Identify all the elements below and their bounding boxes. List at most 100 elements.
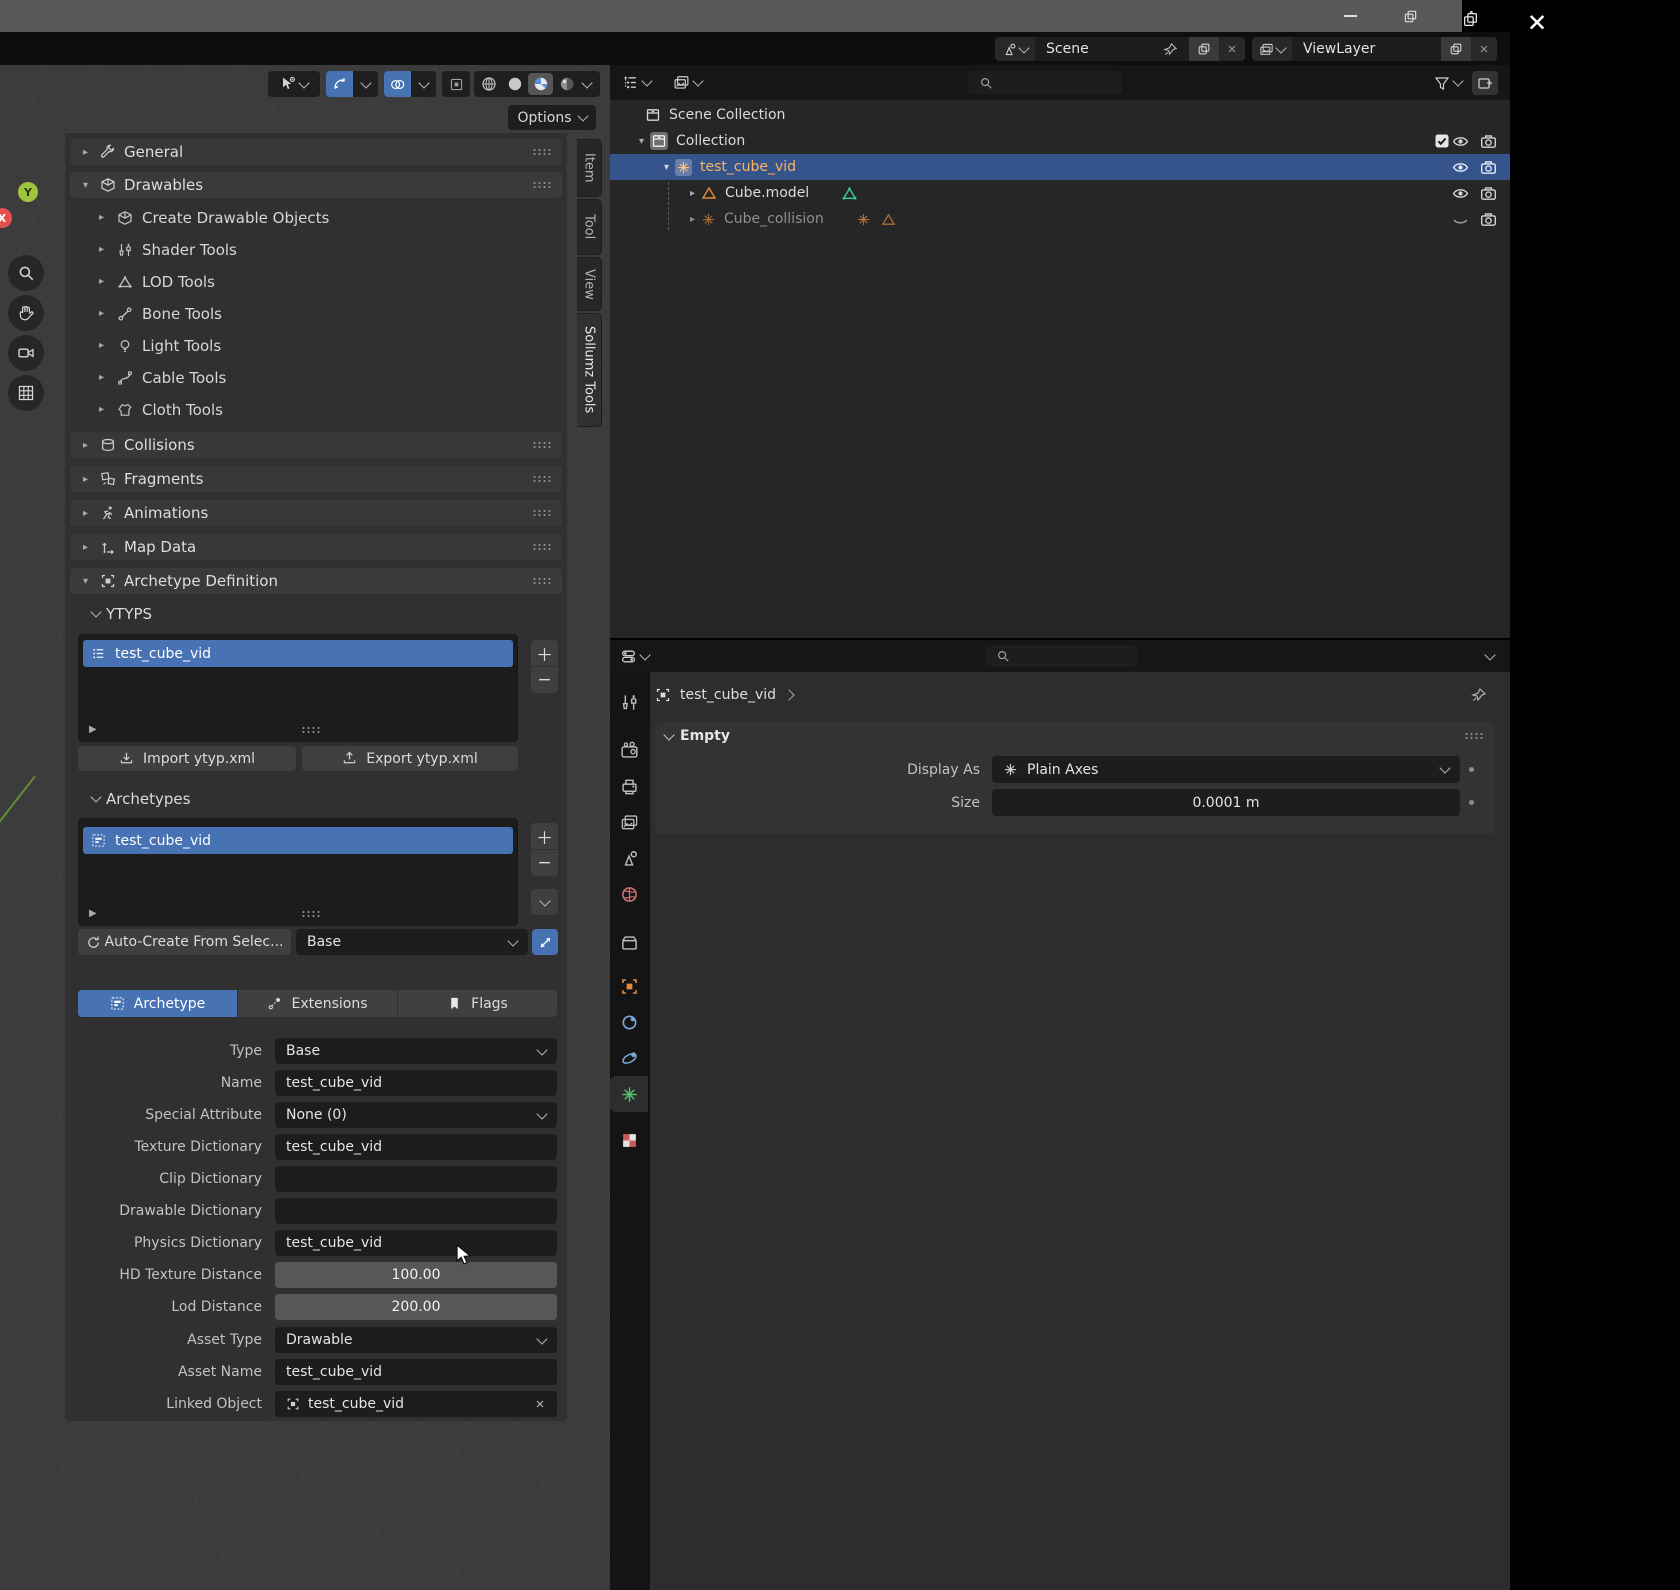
show-overlays-button[interactable] [384, 71, 411, 97]
auto-create-button[interactable]: Auto-Create From Selec... [78, 929, 291, 955]
outliner-editor-type-button[interactable] [622, 74, 651, 91]
ytyp-list-item-selected[interactable]: test_cube_vid [83, 640, 513, 667]
minimize-button[interactable] [1328, 0, 1372, 32]
tab-object-data-properties[interactable] [610, 1076, 648, 1112]
tab-archetype[interactable]: Archetype [78, 990, 237, 1017]
outliner-row-scene-collection[interactable]: Scene Collection [610, 102, 1510, 128]
properties-search-input[interactable] [985, 645, 1137, 667]
tab-flags[interactable]: Flags [398, 990, 557, 1017]
tab-viewlayer-properties[interactable] [610, 804, 648, 840]
scene-unlink-button[interactable] [1219, 37, 1245, 61]
viewlayer-copy-button[interactable] [1441, 37, 1471, 61]
tab-render-properties[interactable] [610, 732, 648, 768]
outliner-row-cube-collision[interactable]: ▸ Cube_collision [610, 206, 1510, 232]
tab-texture-properties[interactable] [610, 1122, 648, 1158]
drag-grip[interactable] [532, 475, 553, 483]
viewlayer-browse-button[interactable] [1252, 37, 1292, 61]
options-button[interactable]: Options [508, 105, 596, 130]
camera-icon[interactable] [1480, 133, 1497, 150]
collapse-icon[interactable]: ▾ [660, 162, 673, 173]
asset-type-dropdown[interactable]: Drawable [275, 1327, 557, 1353]
shading-rendered-button[interactable] [554, 73, 579, 95]
tab-constraints-properties[interactable] [610, 1004, 648, 1040]
tab-physics-properties[interactable] [610, 1040, 648, 1076]
tab-collection-properties[interactable] [610, 924, 648, 960]
properties-editor-type-button[interactable] [620, 648, 649, 665]
panel-cable-tools[interactable]: ▸Cable Tools [95, 365, 555, 390]
pin-icon[interactable] [1471, 687, 1487, 703]
empty-panel-header[interactable]: Empty [655, 722, 1495, 746]
tab-extensions[interactable]: Extensions [238, 990, 397, 1017]
archetype-list[interactable]: test_cube_vid ▶ [78, 818, 518, 926]
shading-solid-button[interactable] [502, 73, 527, 95]
outliner-filter-button[interactable] [1434, 75, 1462, 91]
chevron-down-icon[interactable] [581, 77, 592, 88]
outliner-display-mode-button[interactable] [673, 74, 702, 91]
drag-grip[interactable] [532, 543, 553, 551]
tab-item[interactable]: Item [577, 139, 602, 197]
tab-view[interactable]: View [577, 257, 602, 311]
panel-animations[interactable]: ▸Animations [70, 500, 562, 526]
tab-sollumz-tools[interactable]: Sollumz Tools [577, 313, 602, 427]
overlays-dropdown[interactable] [411, 71, 436, 97]
panel-collisions[interactable]: ▸Collisions [70, 432, 562, 458]
list-expand-handle[interactable]: ▶ [89, 908, 97, 919]
viewport-ortho-button[interactable] [8, 375, 44, 411]
archetypes-subheader[interactable]: Archetypes [92, 786, 552, 811]
special-attribute-dropdown[interactable]: None (0) [275, 1102, 557, 1128]
ytyp-add-button[interactable]: ＋ [531, 640, 558, 666]
animate-dot[interactable] [1469, 800, 1474, 805]
archetype-list-item-selected[interactable]: test_cube_vid [83, 827, 513, 854]
xray-toggle-button[interactable] [442, 71, 470, 97]
scene-browse-button[interactable] [995, 37, 1035, 61]
outliner-row-test-cube-vid[interactable]: ▾ test_cube_vid [610, 154, 1510, 180]
hd-texture-distance-slider[interactable]: 100.00 [275, 1262, 557, 1288]
ytyp-remove-button[interactable]: − [531, 667, 558, 693]
expand-icon[interactable]: ▸ [686, 214, 699, 225]
display-as-dropdown[interactable]: Plain Axes [992, 756, 1460, 783]
outliner-search-input[interactable] [968, 71, 1122, 94]
outliner-row-cube-model[interactable]: ▸ Cube.model [610, 180, 1510, 206]
panel-drawables[interactable]: ▾ Drawables [70, 172, 562, 198]
tab-world-properties[interactable] [610, 876, 648, 912]
new-collection-button[interactable] [1472, 71, 1498, 95]
clear-icon[interactable] [534, 1398, 546, 1410]
eye-icon[interactable] [1452, 133, 1469, 150]
ytyps-subheader[interactable]: YTYPS [92, 601, 552, 626]
viewport-move-button[interactable] [8, 295, 44, 331]
eye-icon[interactable] [1452, 159, 1469, 176]
drag-grip[interactable] [532, 181, 553, 189]
asset-name-input[interactable]: test_cube_vid [275, 1359, 557, 1385]
eye-closed-icon[interactable] [1452, 211, 1469, 228]
drag-grip[interactable] [532, 148, 553, 156]
camera-icon[interactable] [1480, 159, 1497, 176]
panel-lod-tools[interactable]: ▸LOD Tools [95, 269, 555, 294]
tab-object-properties[interactable] [610, 968, 648, 1004]
collapse-icon[interactable]: ▾ [635, 136, 648, 147]
outliner-row-collection[interactable]: ▾ Collection [610, 128, 1510, 154]
tab-tool-properties[interactable] [610, 684, 648, 720]
shading-material-button[interactable] [528, 73, 553, 95]
drag-grip[interactable] [1464, 732, 1485, 740]
panel-shader-tools[interactable]: ▸Shader Tools [95, 237, 555, 262]
scene-name-field[interactable]: Scene [1035, 37, 1189, 61]
animate-dot[interactable] [1469, 767, 1474, 772]
restore-button[interactable] [1388, 0, 1432, 32]
panel-create-drawable-objects[interactable]: ▸Create Drawable Objects [95, 205, 555, 230]
export-ytyp-button[interactable]: Export ytyp.xml [302, 746, 518, 771]
sync-selection-button[interactable] [532, 929, 558, 955]
archetype-remove-button[interactable]: − [531, 850, 558, 876]
name-input[interactable]: test_cube_vid [275, 1070, 557, 1096]
list-resize-grip[interactable] [301, 726, 322, 734]
tab-scene-properties[interactable] [610, 840, 648, 876]
visibility-dropdown[interactable] [268, 71, 320, 97]
gizmos-dropdown[interactable] [353, 71, 378, 97]
scene-copy-button[interactable] [1189, 37, 1219, 61]
ytyp-list[interactable]: test_cube_vid ▶ [78, 634, 518, 742]
camera-icon[interactable] [1480, 211, 1497, 228]
texture-dictionary-input[interactable]: test_cube_vid [275, 1134, 557, 1160]
clip-dictionary-input[interactable] [275, 1166, 557, 1192]
viewport-zoom-button[interactable] [8, 255, 44, 291]
pin-icon[interactable] [1163, 42, 1178, 57]
type-dropdown[interactable]: Base [275, 1038, 557, 1064]
